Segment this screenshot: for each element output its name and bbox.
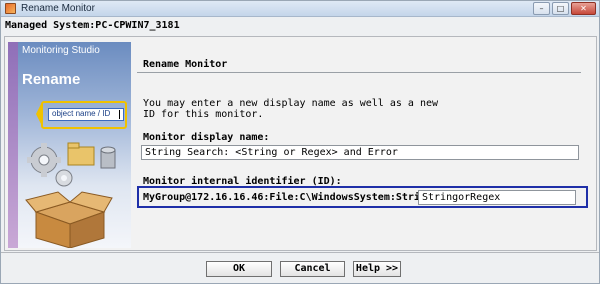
close-button[interactable]: ✕ (571, 2, 596, 15)
graphic-art (25, 102, 116, 248)
folder-icon (67, 142, 95, 166)
window-controls: – □ ✕ (533, 2, 596, 15)
ok-button[interactable]: OK (206, 261, 272, 277)
managed-system-label: Managed System:PC-CPWIN7_3181 (5, 20, 180, 31)
section-title: Rename Monitor (143, 59, 228, 70)
maximize-button[interactable]: □ (552, 2, 569, 15)
database-icon (100, 146, 116, 169)
tag-point-icon (36, 102, 42, 126)
wizard-graphic: Monitoring Studio Rename object name / I… (8, 42, 131, 248)
description-text: You may enter a new display name as well… (143, 98, 439, 120)
small-gear-icon (55, 169, 73, 187)
minimize-button[interactable]: – (533, 2, 550, 15)
box-icon (25, 191, 113, 248)
window-title: Rename Monitor (21, 3, 95, 14)
identifier-field[interactable]: StringorRegex (418, 190, 576, 205)
title-bar: Rename Monitor – □ ✕ (1, 1, 599, 17)
help-button[interactable]: Help >> (353, 261, 401, 277)
rename-monitor-window: Rename Monitor – □ ✕ Managed System:PC-C… (0, 0, 600, 284)
app-icon (5, 3, 16, 14)
footer-divider (1, 252, 599, 253)
display-name-label: Monitor display name: (143, 132, 270, 143)
section-divider (137, 72, 581, 73)
display-name-field[interactable]: String Search: <String or Regex> and Err… (141, 145, 579, 160)
gear-icon (27, 143, 61, 177)
button-bar: OK Cancel Help >> (206, 261, 401, 277)
cancel-button[interactable]: Cancel (280, 261, 345, 277)
